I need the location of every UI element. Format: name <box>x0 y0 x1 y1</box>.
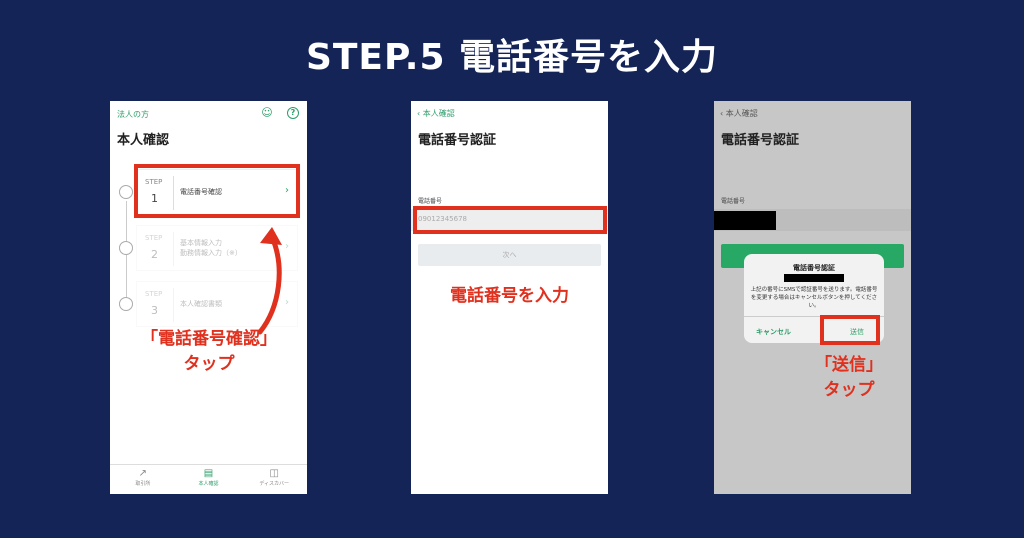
arrow-icon <box>257 227 282 335</box>
tap-instruction: 「電話番号確認」 タップ <box>141 329 277 374</box>
step-radio <box>119 297 133 311</box>
input-instruction: 電話番号を入力 <box>450 286 569 306</box>
tab-discover[interactable]: ◫ ディスカバー <box>241 465 307 494</box>
step-name: 基本情報入力 勤務情報入力（※） <box>180 239 242 257</box>
highlight-box <box>413 206 607 234</box>
step-label: STEP <box>145 234 163 242</box>
chart-icon: ↗ <box>138 468 148 479</box>
step-name: 本人確認書類 <box>180 300 222 308</box>
page-title: STEP.5 電話番号を入力 <box>305 37 719 78</box>
step-radio <box>119 185 133 199</box>
bottom-tab-bar: ↗ 取引所 ▤ 本人確認 ◫ ディスカバー <box>110 464 307 494</box>
step-number: 2 <box>151 248 158 261</box>
phone-screen-phone-input: ‹ 本人確認 電話番号認証 電話番号 09012345678 次へ 電話番号を入… <box>411 101 608 494</box>
back-link[interactable]: ‹ 本人確認 <box>720 108 758 119</box>
tab-identity[interactable]: ▤ 本人確認 <box>176 465 242 494</box>
phone-screen-identity-check: 法人の方 ☺ ? 本人確認 STEP 1 電話番号確認 › STEP 2 基本情… <box>110 101 307 494</box>
help-icon[interactable]: ? <box>287 107 299 119</box>
screen-title: 本人確認 <box>117 133 170 148</box>
phone-screen-confirm-dialog: ‹ 本人確認 電話番号認証 電話番号 電話番号認証 上記の番号にSMSで認証番号… <box>714 101 911 494</box>
phone-label: 電話番号 <box>418 198 443 205</box>
step-label: STEP <box>145 290 163 298</box>
id-card-icon: ▤ <box>203 468 214 479</box>
next-button[interactable]: 次へ <box>418 244 601 266</box>
corporate-link[interactable]: 法人の方 <box>117 109 149 120</box>
step-radio <box>119 241 133 255</box>
user-icon[interactable]: ☺ <box>261 107 273 119</box>
screen-title: 電話番号認証 <box>721 133 800 148</box>
masked-number <box>784 274 844 282</box>
highlight-box <box>820 315 880 345</box>
cancel-button[interactable]: キャンセル <box>756 327 791 337</box>
book-icon: ◫ <box>269 468 279 479</box>
dialog-message: 上記の番号にSMSで認証番号を送ります。電話番号を変更する場合はキャンセルボタン… <box>750 287 878 309</box>
dialog-title: 電話番号認証 <box>793 264 835 272</box>
header-icons: ☺ ? <box>261 107 299 119</box>
tap-instruction: 「送信」 タップ <box>815 355 883 400</box>
back-link[interactable]: ‹ 本人確認 <box>417 108 455 119</box>
masked-phone-number <box>714 211 776 230</box>
phone-label: 電話番号 <box>721 198 746 205</box>
step-number: 3 <box>151 304 158 317</box>
screen-title: 電話番号認証 <box>418 133 497 148</box>
divider <box>173 232 174 266</box>
highlight-box <box>134 164 300 218</box>
divider <box>173 288 174 322</box>
tab-exchange[interactable]: ↗ 取引所 <box>110 465 176 494</box>
